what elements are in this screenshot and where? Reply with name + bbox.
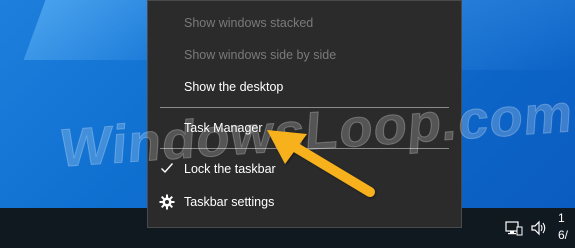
menu-item-label: Show windows side by side [184, 48, 337, 62]
clock-date: 6/ [558, 228, 569, 242]
clock[interactable]: 1 6/ [558, 210, 568, 244]
system-tray: 1 6/ [495, 208, 575, 248]
clock-time: 1 [558, 211, 565, 225]
menu-item-label: Show the desktop [184, 80, 284, 94]
volume-icon[interactable] [530, 220, 548, 236]
checkmark-icon [161, 163, 174, 174]
arrow-icon [267, 130, 375, 197]
menu-item-show-windows-side-by-side: Show windows side by side [148, 42, 461, 68]
menu-item-label: Task Manager [184, 121, 263, 135]
gear-icon [159, 194, 175, 210]
network-icon[interactable] [505, 220, 523, 236]
menu-item-label: Show windows stacked [184, 16, 314, 30]
menu-separator [160, 107, 449, 108]
menu-item-show-desktop[interactable]: Show the desktop [148, 74, 461, 100]
menu-item-show-windows-stacked: Show windows stacked [148, 10, 461, 36]
